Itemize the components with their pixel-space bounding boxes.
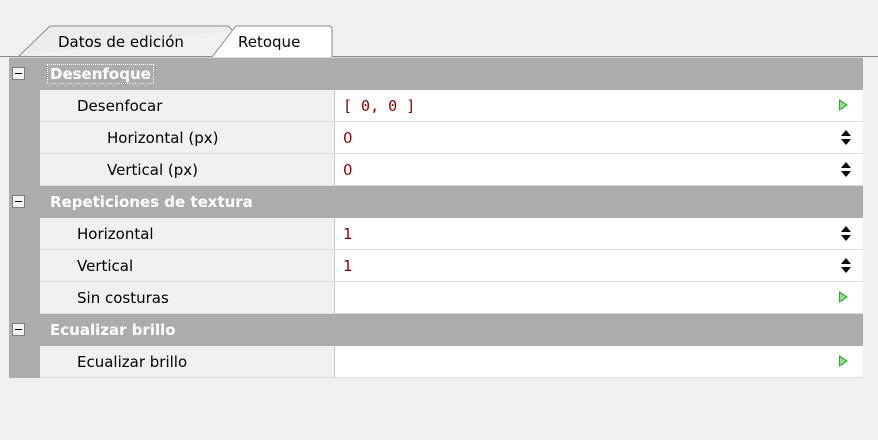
spinner-icon[interactable] [841,162,851,178]
category-desenfoque[interactable]: Desenfoque [9,58,863,90]
property-value[interactable]: 0 [335,154,863,186]
property-row-vertical[interactable]: Vertical 1 [9,250,863,282]
spinner-icon[interactable] [841,130,851,146]
property-value[interactable]: 0 [335,122,863,154]
property-row-horizontal-px[interactable]: Horizontal (px) 0 [9,122,863,154]
tab-bar: Datos de edición Retoque [0,0,878,57]
property-value[interactable]: 1 [335,218,863,250]
property-name: Vertical [40,250,335,282]
property-value[interactable]: 1 [335,250,863,282]
tab-datos-de-edicion[interactable]: Datos de edición [58,32,204,52]
property-value[interactable]: [ 0, 0 ] [335,90,863,122]
collapse-icon[interactable] [12,323,25,336]
property-row-horizontal[interactable]: Horizontal 1 [9,218,863,250]
property-row-ecualizar-brillo[interactable]: Ecualizar brillo [9,346,863,378]
tab-retoque[interactable]: Retoque [238,32,300,52]
category-repeticiones-de-textura[interactable]: Repeticiones de textura [9,186,863,218]
property-row-vertical-px[interactable]: Vertical (px) 0 [9,154,863,186]
spinner-icon[interactable] [841,258,851,274]
collapse-icon[interactable] [12,195,25,208]
property-name: Sin costuras [40,282,335,314]
play-icon[interactable] [839,291,848,303]
spinner-icon[interactable] [841,226,851,242]
property-name: Horizontal [40,218,335,250]
play-icon[interactable] [839,355,848,367]
play-icon[interactable] [839,99,848,111]
category-label: Desenfoque [47,64,154,84]
category-label: Repeticiones de textura [50,193,253,211]
property-value[interactable] [335,346,863,378]
property-name: Ecualizar brillo [40,346,335,378]
category-ecualizar-brillo[interactable]: Ecualizar brillo [9,314,863,346]
property-value[interactable] [335,282,863,314]
collapse-icon[interactable] [12,67,25,80]
property-name: Desenfocar [40,90,335,122]
property-name: Horizontal (px) [40,122,335,154]
property-grid: Desenfoque Desenfocar [ 0, 0 ] Horizonta… [9,57,863,378]
property-name: Vertical (px) [40,154,335,186]
property-row-sin-costuras[interactable]: Sin costuras [9,282,863,314]
property-row-desenfocar[interactable]: Desenfocar [ 0, 0 ] [9,90,863,122]
category-label: Ecualizar brillo [50,321,176,339]
